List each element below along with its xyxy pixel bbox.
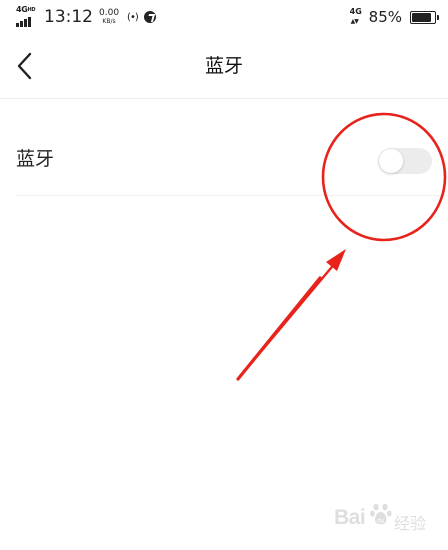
mobile-data-label: 4G bbox=[349, 7, 362, 16]
network-hd-label: HD bbox=[27, 7, 36, 13]
page-title: 蓝牙 bbox=[204, 55, 243, 77]
battery-fill bbox=[412, 12, 431, 22]
toggle-knob bbox=[379, 149, 403, 173]
row-divider bbox=[16, 195, 448, 196]
annotation-arrow bbox=[236, 249, 346, 381]
cellular-signal-icon: 4GHD bbox=[16, 5, 38, 27]
bluetooth-toggle[interactable] bbox=[378, 148, 432, 174]
setting-row-bluetooth: 蓝牙 bbox=[0, 120, 448, 196]
hotspot-icon: (•) bbox=[127, 11, 139, 23]
watermark-brand-end: du bbox=[377, 518, 385, 525]
watermark-brand: Bai bbox=[334, 506, 366, 529]
mobile-data-icon: 4G ▲▼ bbox=[350, 7, 364, 27]
bluetooth-label: 蓝牙 bbox=[16, 148, 55, 170]
page-header: 蓝牙 bbox=[0, 34, 448, 99]
watermark-logo: Bai du 经验 bbox=[334, 496, 444, 540]
status-bar-right: 4G ▲▼ 85% bbox=[350, 5, 439, 29]
battery-percentage: 85% bbox=[368, 8, 402, 26]
status-time: 13:12 bbox=[44, 7, 93, 27]
mobile-data-arrows: ▲▼ bbox=[350, 18, 359, 25]
status-bar-left: 4GHD 13:12 0.00 KB/s (•) bbox=[16, 5, 156, 29]
watermark-sub: 经验 bbox=[394, 514, 427, 533]
network-speed: 0.00 KB/s bbox=[99, 7, 120, 26]
paw-icon: du bbox=[370, 503, 392, 525]
network-type-label: 4G bbox=[16, 5, 28, 14]
battery-icon bbox=[410, 10, 439, 24]
network-speed-value: 0.00 bbox=[99, 7, 120, 18]
status-bar: 4GHD 13:12 0.00 KB/s (•) 4G ▲▼ 85% bbox=[0, 0, 448, 34]
app-notification-icon bbox=[143, 11, 156, 23]
network-speed-unit: KB/s bbox=[102, 17, 116, 25]
